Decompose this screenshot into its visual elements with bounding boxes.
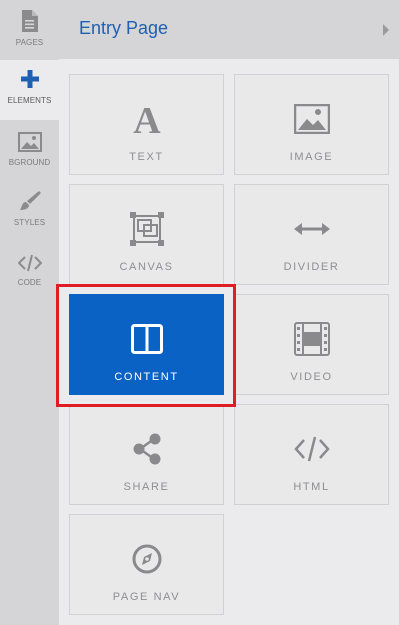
tile-label: TEXT	[129, 151, 164, 163]
text-icon: A	[131, 99, 163, 139]
selection-highlight	[56, 284, 236, 407]
tile-label: PAGE NAV	[112, 591, 181, 603]
code-icon	[293, 429, 330, 469]
rail-label: ELEMENTS	[7, 96, 52, 105]
tile-label: VIDEO	[290, 371, 333, 383]
panel-header: Entry Page	[59, 0, 399, 59]
rail-item-elements[interactable]: ELEMENTS	[0, 60, 59, 120]
element-tile-html[interactable]: HTML	[234, 404, 389, 505]
film-icon	[293, 319, 330, 359]
image-icon	[293, 99, 330, 139]
tile-label: DIVIDER	[283, 261, 340, 273]
tile-label: IMAGE	[289, 151, 334, 163]
left-rail: PAGES ELEMENTS BGROUND STYLES CODE	[0, 0, 59, 625]
rail-item-styles[interactable]: STYLES	[0, 186, 59, 240]
tile-label: SHARE	[123, 481, 170, 493]
code-icon	[17, 246, 42, 272]
element-tile-share[interactable]: SHARE	[69, 404, 224, 505]
image-icon	[17, 126, 42, 152]
pages-icon	[21, 6, 38, 32]
tile-label: HTML	[293, 481, 330, 493]
brush-icon	[19, 186, 41, 212]
rail-label: STYLES	[13, 218, 46, 227]
svg-text:A: A	[133, 102, 161, 136]
rail-label: PAGES	[15, 38, 44, 47]
element-tile-canvas[interactable]: CANVAS	[69, 184, 224, 285]
rail-item-pages[interactable]: PAGES	[0, 6, 59, 60]
element-tile-video[interactable]: VIDEO	[234, 294, 389, 395]
element-tile-image[interactable]: IMAGE	[234, 74, 389, 175]
rail-item-code[interactable]: CODE	[0, 246, 59, 300]
tile-label: CANVAS	[119, 261, 174, 273]
element-tile-page-nav[interactable]: PAGE NAV	[69, 514, 224, 615]
share-icon	[132, 429, 162, 469]
rail-item-background[interactable]: BGROUND	[0, 126, 59, 180]
divider-icon	[293, 209, 330, 249]
page-title: Entry Page	[79, 18, 169, 38]
rail-label: CODE	[17, 278, 42, 287]
plus-icon	[20, 60, 39, 88]
compass-icon	[131, 539, 163, 579]
rail-label: BGROUND	[8, 158, 51, 167]
canvas-icon	[128, 209, 166, 249]
element-tile-divider[interactable]: DIVIDER	[234, 184, 389, 285]
chevron-right-icon[interactable]	[383, 24, 389, 36]
element-tile-text[interactable]: A TEXT	[69, 74, 224, 175]
